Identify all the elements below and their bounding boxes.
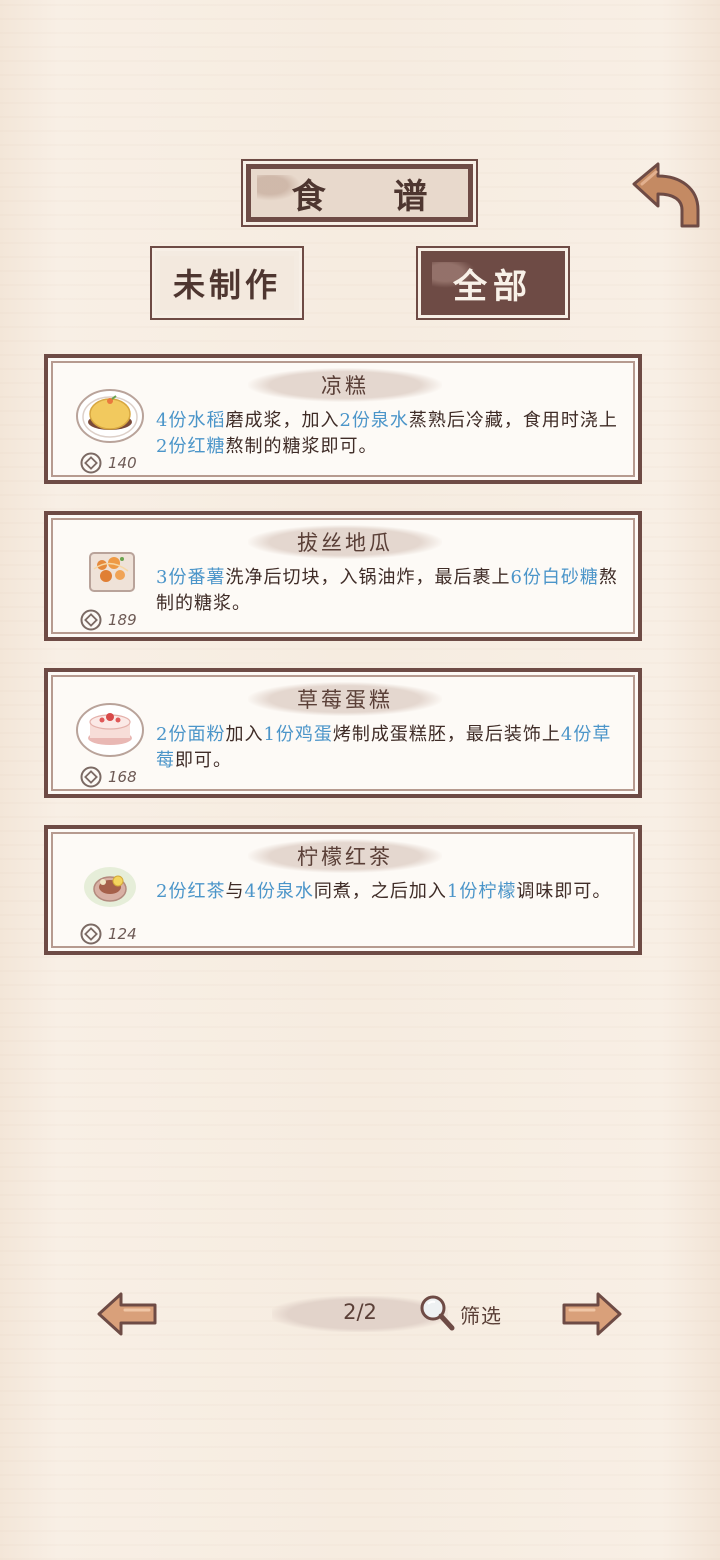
description-text: 洗净后切块，入锅油炸，最后裹上: [225, 567, 511, 588]
recipe-description: 2份红茶与4份泉水同煮，之后加入1份柠檬调味即可。: [156, 879, 622, 905]
description-text: 与: [225, 881, 245, 902]
description-text: 蒸熟后冷藏，食用时浇上: [408, 410, 618, 431]
ingredient-highlight: 4份水稻: [156, 410, 226, 431]
left-arrow-icon[interactable]: [95, 1290, 159, 1338]
coin-icon: [80, 923, 102, 945]
right-arrow-icon[interactable]: [560, 1290, 624, 1338]
ingredient-highlight: 1份鸡蛋: [263, 724, 333, 745]
description-text: 磨成浆，加入: [225, 410, 340, 431]
recipe-card[interactable]: 草莓蛋糕 168 2份面粉加入1份鸡蛋烤制成蛋糕胚，最后装饰上4份草莓即可。: [44, 668, 642, 798]
tab-unmade-label: 未制作: [172, 266, 281, 304]
price-value: 189: [108, 611, 137, 629]
recipe-card[interactable]: 凉糕 140 4份水稻磨成浆，加入2份泉水蒸熟后冷藏，食用时浇上 2份红糖熬制的糖…: [44, 354, 642, 484]
recipe-name-banner: 草莓蛋糕: [248, 682, 442, 716]
price: 140: [80, 452, 137, 474]
candied-sweet-potato-dish-icon: [89, 552, 135, 592]
description-text: 加入: [225, 724, 264, 745]
filter-label: 筛选: [460, 1304, 502, 1328]
strawberry-cake-dish-icon: [76, 703, 144, 757]
tab-all-label: 全部: [453, 266, 533, 307]
page-indicator: 2/2: [343, 1300, 377, 1324]
lemon-black-tea-dish-icon: [84, 867, 136, 907]
price-value: 168: [108, 768, 137, 786]
magnifier-icon: [420, 1295, 455, 1331]
recipe-name: 柠檬红茶: [297, 845, 393, 869]
page-title: 食 谱: [291, 176, 456, 217]
recipe-card[interactable]: 柠檬红茶 124 2份红茶与4份泉水同煮，之后加入1份柠檬调味即可。: [44, 825, 642, 955]
coin-icon: [80, 452, 102, 474]
coin-icon: [80, 609, 102, 631]
recipe-name: 凉糕: [321, 374, 369, 398]
recipe-name: 草莓蛋糕: [297, 688, 393, 712]
tab-all[interactable]: 全部: [416, 246, 570, 320]
ingredient-highlight: 2份红糖: [156, 436, 226, 457]
ingredient-highlight: 1份柠檬: [446, 881, 517, 902]
price: 168: [80, 766, 137, 788]
filter-button[interactable]: 筛选: [416, 1292, 516, 1334]
ingredient-highlight: 2份红茶: [156, 881, 226, 902]
description-text: 烤制成蛋糕胚，最后装饰上: [332, 724, 561, 745]
recipe-description: 3份番薯洗净后切块，入锅油炸，最后裹上6份白砂糖熬制的糖浆。: [156, 565, 622, 617]
description-text: 熬制的糖浆即可。: [225, 436, 378, 457]
recipe-name-banner: 凉糕: [248, 368, 442, 402]
tab-unmade[interactable]: 未制作: [150, 246, 304, 320]
cold-cake-dish-icon: [76, 389, 144, 443]
recipe-description: 2份面粉加入1份鸡蛋烤制成蛋糕胚，最后装饰上4份草莓即可。: [156, 722, 622, 774]
price-value: 140: [108, 454, 137, 472]
ingredient-highlight: 3份番薯: [156, 567, 226, 588]
description-text: 即可。: [175, 750, 232, 771]
page-title-plaque: 食 谱: [241, 159, 478, 227]
recipe-description: 4份水稻磨成浆，加入2份泉水蒸熟后冷藏，食用时浇上 2份红糖熬制的糖浆即可。: [156, 408, 622, 460]
ingredient-highlight: 2份面粉: [156, 724, 226, 745]
recipe-name-banner: 柠檬红茶: [248, 839, 442, 873]
back-arrow-icon[interactable]: [628, 160, 704, 230]
recipe-card[interactable]: 拔丝地瓜 189 3份番薯洗净后切块，入锅油炸，最后裹上6份白砂糖熬制的糖浆。: [44, 511, 642, 641]
ingredient-highlight: 6份白砂糖: [510, 567, 599, 588]
description-text: 调味即可。: [516, 881, 612, 902]
recipe-name-banner: 拔丝地瓜: [248, 525, 442, 559]
ingredient-highlight: 4份泉水: [244, 881, 314, 902]
coin-icon: [80, 766, 102, 788]
description-text: 同煮，之后加入: [313, 881, 447, 902]
price-value: 124: [108, 925, 137, 943]
ingredient-highlight: 2份泉水: [339, 410, 409, 431]
recipe-name: 拔丝地瓜: [297, 531, 393, 555]
price: 189: [80, 609, 137, 631]
price: 124: [80, 923, 137, 945]
